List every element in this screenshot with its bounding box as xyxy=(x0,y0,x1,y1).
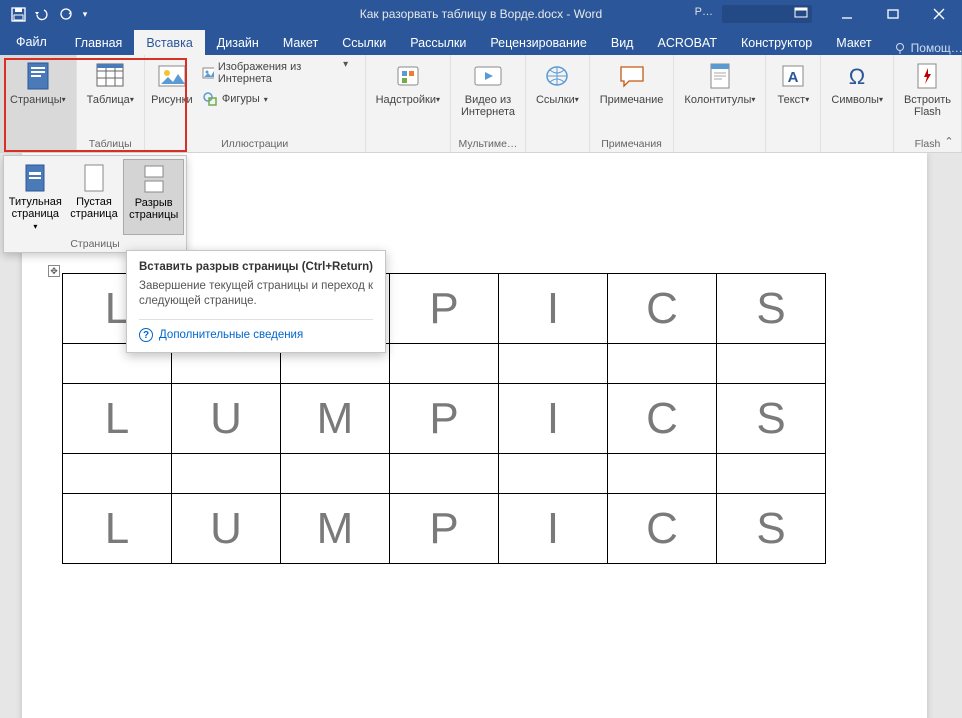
addins-icon xyxy=(392,60,424,92)
header-footer-icon xyxy=(704,60,736,92)
tab-references[interactable]: Ссылки xyxy=(330,30,398,55)
header-footer-button[interactable]: Колонтитулы▾ xyxy=(678,57,761,120)
tab-insert[interactable]: Вставка xyxy=(134,30,204,55)
media-group-label: Мультиме… xyxy=(459,137,518,151)
comment-button[interactable]: Примечание xyxy=(594,57,670,120)
ribbon: Страницы▾ x Таблица▾ Таблицы Рисунки Изо… xyxy=(0,55,962,153)
tab-acrobat[interactable]: ACROBAT xyxy=(645,30,729,55)
links-icon xyxy=(541,60,573,92)
illustrations-group-label: Иллюстрации xyxy=(221,137,288,151)
symbols-button[interactable]: Ω Символы▾ xyxy=(825,57,889,120)
page-break-button[interactable]: Разрыв страницы xyxy=(123,159,184,235)
pictures-icon xyxy=(156,60,188,92)
online-pictures-icon xyxy=(202,65,214,81)
qat-more-button[interactable]: ▾ xyxy=(78,2,92,26)
comment-icon xyxy=(616,60,648,92)
links-button[interactable]: Ссылки▾ xyxy=(530,57,585,120)
save-button[interactable] xyxy=(6,2,30,26)
table-row: LUMPICS xyxy=(63,384,826,454)
tab-view[interactable]: Вид xyxy=(599,30,646,55)
tables-group-label: Таблицы xyxy=(89,137,132,151)
minimize-button[interactable] xyxy=(824,0,870,28)
blank-page-icon xyxy=(78,162,110,194)
page-break-icon xyxy=(138,163,170,195)
flash-group-label: Flash xyxy=(915,137,941,151)
tell-me-search[interactable]: Помощ… xyxy=(884,41,962,55)
collapse-ribbon-button[interactable]: ⌃ xyxy=(940,132,958,150)
tab-layout[interactable]: Макет xyxy=(271,30,330,55)
table-move-handle[interactable]: ✥ xyxy=(48,265,60,277)
user-label: Р… xyxy=(691,0,717,24)
title-bar: ▾ Как разорвать таблицу в Ворде.docx - W… xyxy=(0,0,962,28)
table-row xyxy=(63,454,826,494)
tab-file[interactable]: Файл xyxy=(0,29,63,55)
ribbon-tabs: Файл Главная Вставка Дизайн Макет Ссылки… xyxy=(0,28,962,55)
lightbulb-icon xyxy=(894,42,907,55)
tooltip-title: Вставить разрыв страницы (Ctrl+Return) xyxy=(139,261,373,273)
flash-button[interactable]: Встроить Flash xyxy=(898,57,957,120)
blank-page-button[interactable]: Пустая страница xyxy=(65,159,124,235)
addins-button[interactable]: Надстройки▾ xyxy=(370,57,446,120)
tab-home[interactable]: Главная xyxy=(63,30,135,55)
flash-icon xyxy=(911,60,943,92)
video-icon xyxy=(472,60,504,92)
table-icon xyxy=(94,60,126,92)
text-icon: A xyxy=(777,60,809,92)
text-button[interactable]: A Текст▾ xyxy=(770,57,816,120)
shapes-icon xyxy=(202,91,218,107)
svg-text:A: A xyxy=(788,69,799,86)
pages-button[interactable]: Страницы▾ xyxy=(4,57,72,120)
pictures-button[interactable]: Рисунки xyxy=(149,57,195,120)
tab-mailings[interactable]: Рассылки xyxy=(398,30,478,55)
online-video-button[interactable]: Видео из Интернета xyxy=(455,57,521,120)
ribbon-options-button[interactable] xyxy=(778,0,824,28)
pages-dropdown-panel: Титульная страница▾ Пустая страница Разр… xyxy=(3,155,187,253)
online-pictures-button[interactable]: Изображения из Интернета xyxy=(199,59,327,87)
tooltip: Вставить разрыв страницы (Ctrl+Return) З… xyxy=(126,250,386,353)
comments-group-label: Примечания xyxy=(601,137,662,151)
table-button[interactable]: Таблица▾ xyxy=(81,57,140,120)
tab-tabletools-layout[interactable]: Макет xyxy=(824,30,883,55)
redo-button[interactable] xyxy=(54,2,78,26)
symbols-icon: Ω xyxy=(841,60,873,92)
svg-text:Ω: Ω xyxy=(849,64,865,89)
maximize-button[interactable] xyxy=(870,0,916,28)
tooltip-more-link[interactable]: ? Дополнительные сведения xyxy=(139,319,373,342)
undo-button[interactable] xyxy=(30,2,54,26)
table-row: LUMPICS xyxy=(63,494,826,564)
pages-icon xyxy=(22,60,54,92)
tab-review[interactable]: Рецензирование xyxy=(478,30,599,55)
cover-page-button[interactable]: Титульная страница▾ xyxy=(6,159,65,235)
shapes-button[interactable]: Фигуры ▾ xyxy=(199,89,327,109)
tab-tabletools-design[interactable]: Конструктор xyxy=(729,30,824,55)
tooltip-body: Завершение текущей страницы и переход к … xyxy=(139,279,373,309)
close-button[interactable] xyxy=(916,0,962,28)
cover-page-icon xyxy=(19,162,51,194)
help-icon: ? xyxy=(139,328,153,342)
more-illustrations-button[interactable]: ▾ xyxy=(335,59,357,70)
tab-design[interactable]: Дизайн xyxy=(205,30,271,55)
